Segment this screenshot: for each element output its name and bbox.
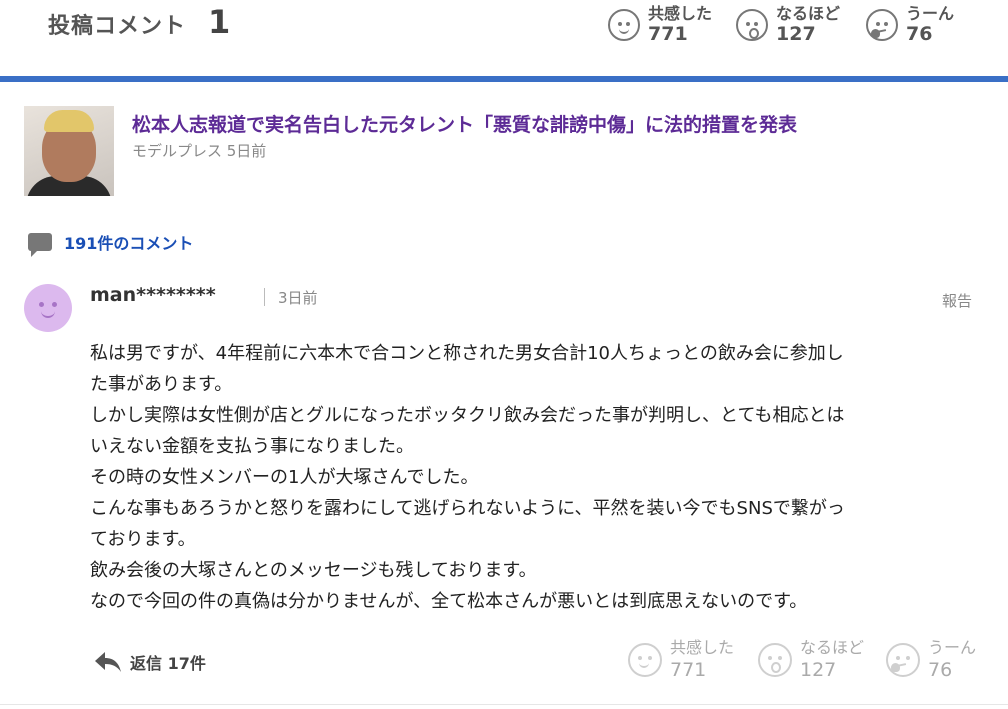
smile-face-icon: [628, 643, 662, 677]
reaction-label: なるほど: [776, 4, 841, 23]
comment-reaction-uun-button[interactable]: うーん 76: [886, 638, 976, 682]
header-divider: [0, 76, 1008, 82]
reaction-label: うーん: [928, 638, 977, 657]
divider: [264, 288, 265, 306]
comment-time: 3日前: [278, 289, 318, 307]
comment-line: こんな事もあろうかと怒りを露わにして逃げられないように、平然を装い今でもSNSで…: [90, 498, 845, 519]
smile-face-icon: [608, 9, 640, 41]
report-link[interactable]: 報告: [942, 290, 972, 311]
article-headline-link[interactable]: 松本人志報道で実名告白した元タレント「悪質な誹謗中傷」に法的措置を発表: [132, 110, 912, 137]
comments-link-label[interactable]: 191件のコメント: [64, 230, 193, 254]
reply-label: 返信 17件: [130, 654, 206, 673]
avatar: [24, 284, 72, 332]
comment-count: 1: [208, 3, 231, 41]
thinking-face-icon: [886, 643, 920, 677]
thinking-face-icon: [866, 9, 898, 41]
comment-username[interactable]: man********: [90, 284, 216, 306]
reaction-uun-button[interactable]: うーん 76: [866, 4, 954, 46]
reaction-naruhodo-button[interactable]: なるほど 127: [736, 4, 840, 46]
reaction-count: 771: [648, 23, 688, 45]
reaction-label: うーん: [906, 4, 955, 23]
reaction-count: 76: [906, 23, 933, 45]
comment-line: いえない金額を支払う事になりました。: [90, 436, 414, 457]
comment-line: しかし実際は女性側が店とグルになったボッタクリ飲み会だった事が判明し、とても相応…: [90, 405, 845, 426]
comment-line: 私は男ですが、4年程前に六本木で合コンと称された男女合計10人ちょっとの飲み会に…: [90, 343, 844, 364]
reply-arrow-icon: [94, 650, 122, 674]
reaction-label: 共感した: [670, 638, 735, 657]
comment-line: 飲み会後の大塚さんとのメッセージも残しております。: [90, 560, 537, 581]
reaction-label: 共感した: [648, 4, 713, 23]
bottom-divider: [0, 704, 1008, 705]
comment-line: なので今回の件の真偽は分かりませんが、全て松本さんが悪いとは到底思えないのです。: [90, 591, 808, 612]
page-title: 投稿コメント: [48, 14, 187, 39]
surprised-face-icon: [758, 643, 792, 677]
reaction-count: 127: [800, 659, 837, 681]
comment-line: た事があります。: [90, 374, 233, 395]
reaction-count: 76: [928, 659, 953, 681]
comment-line: ております。: [90, 529, 196, 550]
reaction-label: なるほど: [800, 638, 865, 657]
comments-link[interactable]: 191件のコメント: [28, 230, 193, 257]
article-source: モデルプレス 5日前: [132, 142, 267, 160]
article-thumbnail[interactable]: [24, 106, 114, 196]
comment-reaction-naruhodo-button[interactable]: なるほど 127: [758, 638, 864, 682]
comment-bubble-icon: [28, 233, 52, 257]
comment-reaction-empathy-button[interactable]: 共感した 771: [628, 638, 734, 682]
header-bar: 投稿コメント 1 共感した 771 なるほど 127 うーん 76: [0, 0, 1008, 76]
reaction-count: 771: [670, 659, 707, 681]
comment-body: 私は男ですが、4年程前に六本木で合コンと称された男女合計10人ちょっとの飲み会に…: [90, 338, 990, 617]
surprised-face-icon: [736, 9, 768, 41]
reaction-empathy-button[interactable]: 共感した 771: [608, 4, 712, 46]
reaction-count: 127: [776, 23, 816, 45]
reply-button[interactable]: 返信 17件: [94, 650, 206, 674]
comment-line: その時の女性メンバーの1人が大塚さんでした。: [90, 467, 479, 488]
